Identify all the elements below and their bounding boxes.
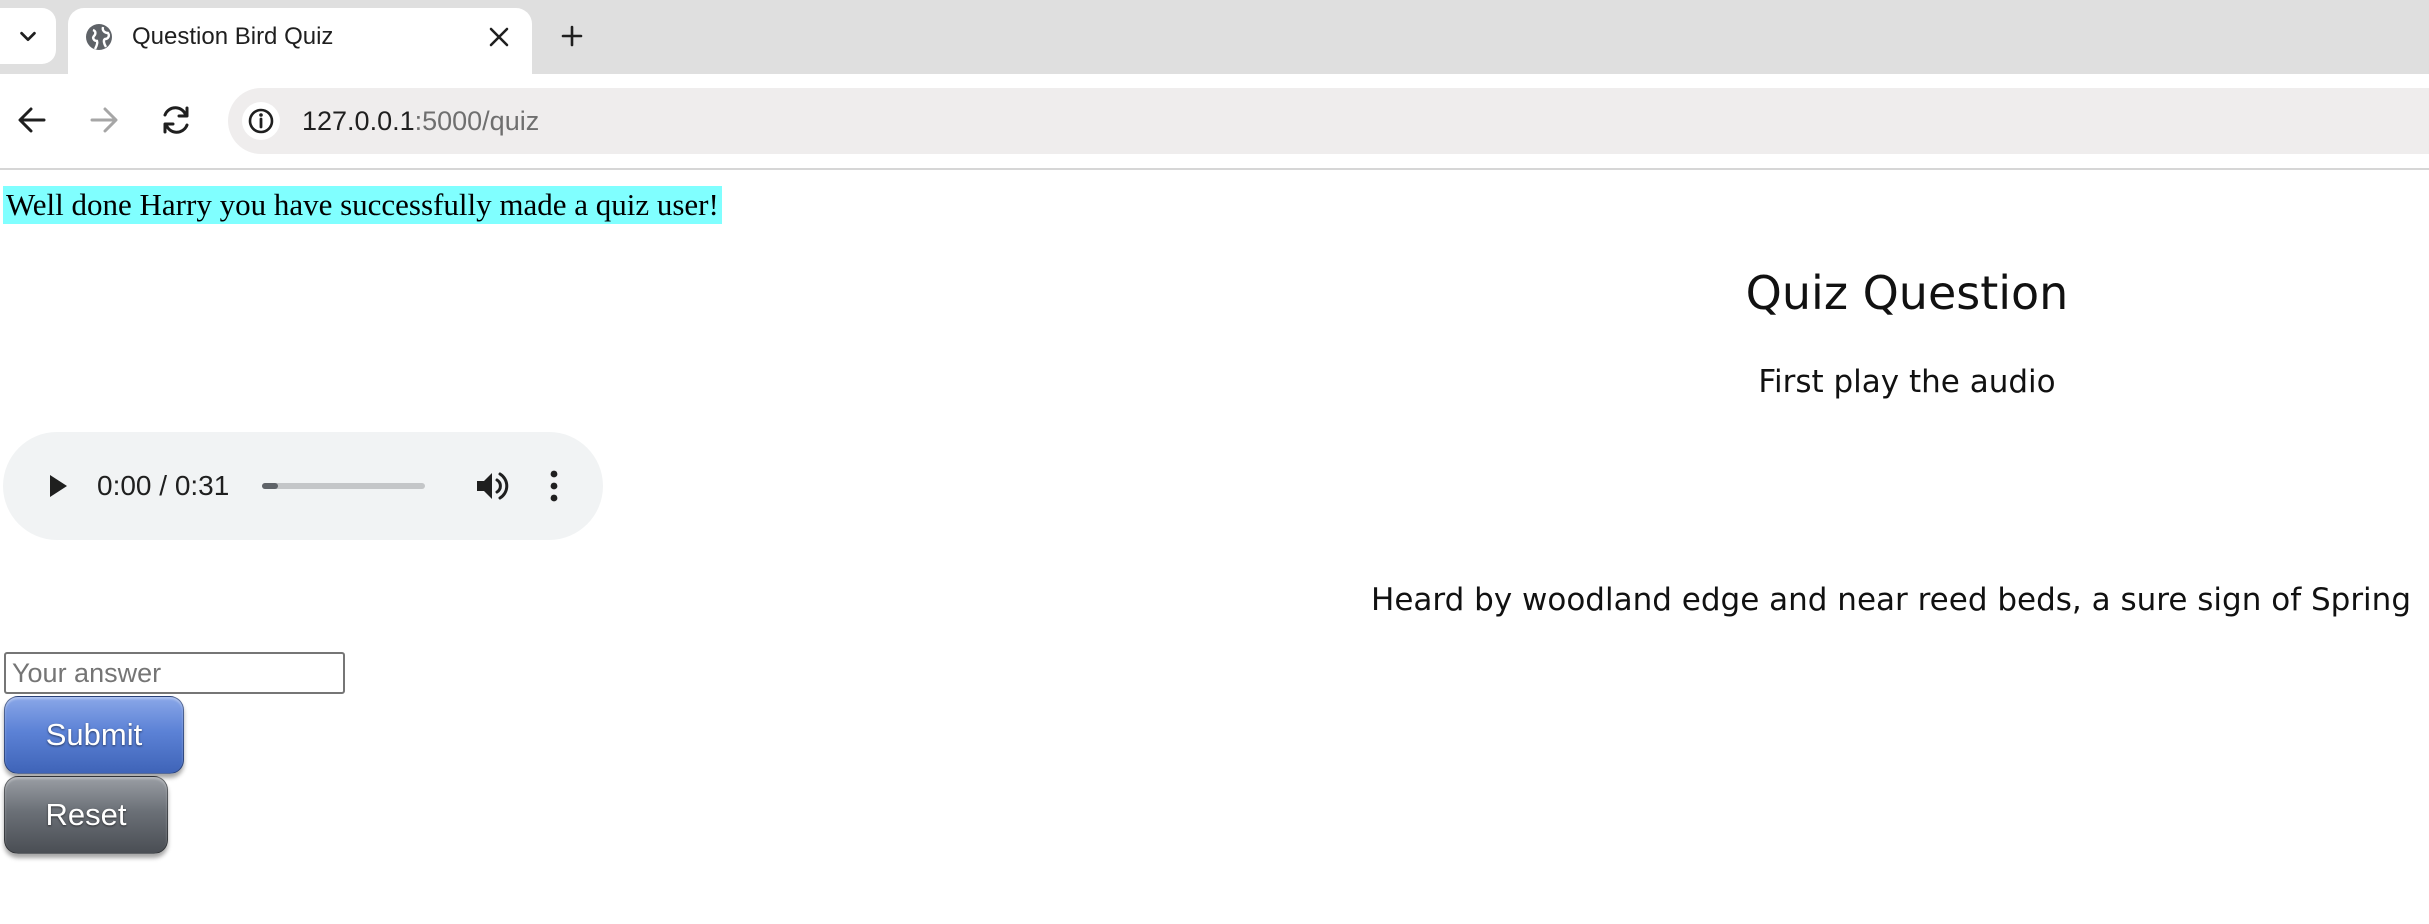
flash-message: Well done Harry you have successfully ma… xyxy=(3,186,722,224)
audio-progress-fill xyxy=(262,483,279,489)
arrow-left-icon xyxy=(18,107,46,133)
browser-toolbar: 127.0.0.1:5000/quiz xyxy=(0,74,2429,170)
tab-search-button[interactable] xyxy=(0,8,56,64)
reload-button[interactable] xyxy=(154,98,198,142)
audio-volume-button[interactable] xyxy=(471,466,511,506)
reset-button[interactable]: Reset xyxy=(4,776,168,854)
audio-player: 0:00 / 0:31 xyxy=(3,432,603,540)
globe-icon xyxy=(86,24,112,50)
page-title: Quiz Question xyxy=(1745,266,2069,320)
chevron-down-icon xyxy=(20,31,36,42)
new-tab-button[interactable] xyxy=(552,16,592,56)
tab-close-button[interactable] xyxy=(482,20,516,54)
more-vertical-icon xyxy=(550,470,558,502)
volume-icon xyxy=(477,472,509,500)
audio-time: 0:00 / 0:31 xyxy=(97,470,230,501)
url-host: 127.0.0.1 xyxy=(302,106,415,136)
url-path: :5000/quiz xyxy=(414,106,540,136)
plus-icon xyxy=(561,25,583,47)
address-bar[interactable]: 127.0.0.1:5000/quiz xyxy=(228,88,2429,154)
audio-progress-slider[interactable] xyxy=(262,483,425,489)
audio-more-options-button[interactable] xyxy=(539,466,569,506)
browser-tab-strip: Question Bird Quiz xyxy=(0,0,2429,74)
browser-tab-active[interactable]: Question Bird Quiz xyxy=(68,8,532,74)
close-icon xyxy=(489,27,509,47)
url-text: 127.0.0.1:5000/quiz xyxy=(302,105,539,137)
audio-play-button[interactable] xyxy=(41,469,75,503)
question-clue: Heard by woodland edge and near reed bed… xyxy=(1371,582,2411,618)
play-icon xyxy=(50,475,67,497)
reload-icon xyxy=(163,106,189,134)
info-icon xyxy=(248,108,274,134)
arrow-right-icon xyxy=(90,107,118,133)
instruction-text: First play the audio xyxy=(1758,364,2056,400)
forward-button[interactable] xyxy=(82,98,126,142)
back-button[interactable] xyxy=(10,98,54,142)
submit-button[interactable]: Submit xyxy=(4,696,184,774)
answer-input[interactable] xyxy=(4,652,345,694)
site-info-button[interactable] xyxy=(242,102,280,140)
tab-title: Question Bird Quiz xyxy=(132,23,334,50)
